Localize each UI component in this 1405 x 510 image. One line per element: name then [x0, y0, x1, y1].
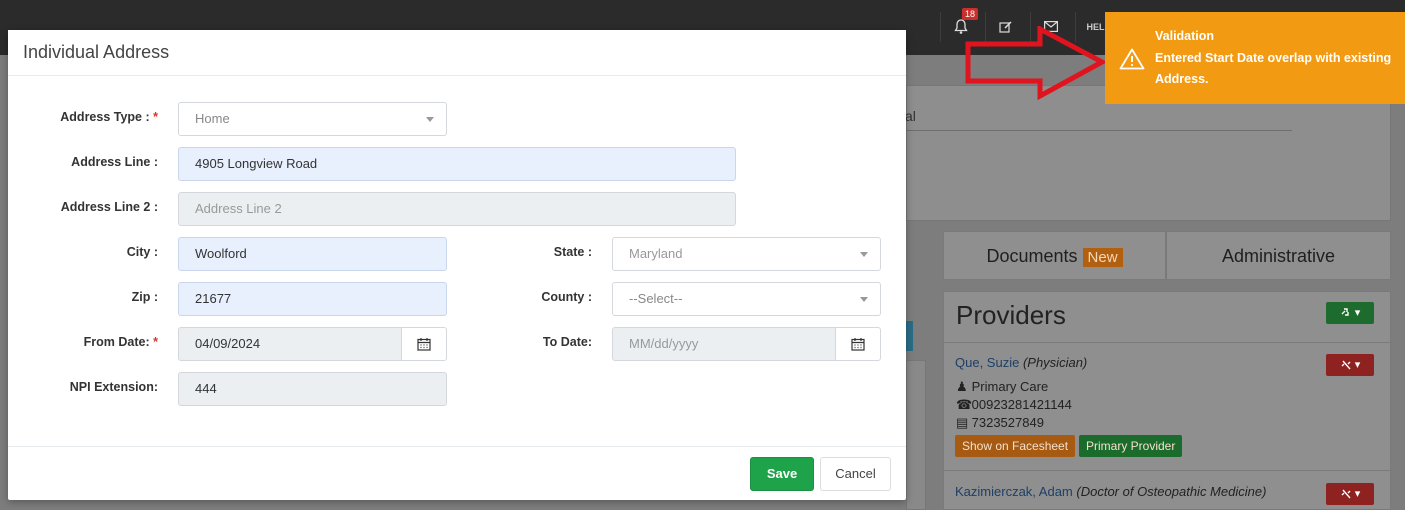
tab-documents[interactable]: Documents New — [943, 231, 1166, 280]
from-date-input[interactable]: 04/09/2024 — [178, 327, 402, 361]
individual-address-modal: Individual Address Address Type : * Home… — [8, 30, 906, 500]
fax-icon: ▤ — [956, 415, 969, 430]
to-date-calendar-button[interactable] — [835, 327, 881, 361]
red-arrow-annotation — [965, 26, 1108, 101]
notification-count-badge: 18 — [961, 8, 978, 20]
chevron-down-icon — [860, 252, 868, 257]
save-button[interactable]: Save — [750, 457, 814, 491]
modal-title: Individual Address — [23, 42, 170, 62]
divider — [943, 470, 1391, 471]
tab-documents-label: Documents — [986, 246, 1078, 266]
zip-input[interactable]: 21677 — [178, 282, 447, 316]
warning-icon — [1119, 48, 1145, 70]
city-input[interactable]: Woolford — [178, 237, 447, 271]
to-date-input[interactable]: MM/dd/yyyy — [612, 327, 836, 361]
background-card: al — [905, 85, 1391, 221]
background-card-text: al — [905, 108, 916, 124]
provider-specialty: ♟ Primary Care — [956, 379, 1049, 394]
background-panel-edge — [906, 360, 926, 510]
address-line-input[interactable]: 4905 Longview Road — [178, 147, 736, 181]
toast-title: Validation — [1155, 29, 1215, 43]
county-label: County : — [541, 290, 592, 304]
chevron-down-icon — [860, 297, 868, 302]
address-line2-input[interactable]: Address Line 2 — [178, 192, 736, 226]
link-icon — [1341, 308, 1349, 316]
provider-fax: ▤ 7323527849 — [956, 415, 1044, 430]
state-select[interactable]: Maryland — [612, 237, 881, 271]
provider-name-link-2[interactable]: Kazimierczak, Adam (Doctor of Osteopathi… — [955, 484, 1266, 499]
zip-label: Zip : — [131, 290, 158, 304]
background-button-edge — [906, 321, 913, 351]
provider-phone: ☎ 00923281421144 — [956, 397, 1072, 412]
providers-title: Providers — [956, 300, 1066, 330]
new-badge: New — [1082, 248, 1123, 267]
phone-icon: ☎ — [956, 397, 973, 412]
unlink-provider-button-2[interactable]: ▾ — [1326, 483, 1374, 505]
unlink-icon — [1341, 360, 1351, 370]
city-label: City : — [126, 245, 158, 259]
toast-message: Entered Start Date overlap with existing… — [1155, 51, 1392, 86]
unlink-icon — [1341, 489, 1351, 499]
modal-footer-divider — [8, 446, 906, 447]
state-label: State : — [553, 245, 592, 259]
calendar-icon — [417, 338, 431, 351]
show-on-facesheet-tag[interactable]: Show on Facesheet — [955, 435, 1076, 457]
modal-header: Individual Address — [8, 30, 906, 76]
divider — [944, 342, 1392, 343]
calendar-icon — [851, 338, 865, 351]
from-date-calendar-button[interactable] — [401, 327, 447, 361]
address-type-select[interactable]: Home — [178, 102, 447, 136]
address-type-label: Address Type : * — [60, 110, 158, 124]
primary-provider-tag[interactable]: Primary Provider — [1079, 435, 1183, 457]
address-line2-label: Address Line 2 : — [60, 200, 158, 214]
provider-name-link[interactable]: Que, Suzie (Physician) — [955, 355, 1087, 370]
link-provider-button[interactable]: ▾ — [1326, 302, 1374, 324]
address-line-label: Address Line : — [71, 155, 158, 169]
county-select[interactable]: --Select-- — [612, 282, 881, 316]
chevron-down-icon — [426, 117, 434, 122]
from-date-label: From Date: * — [83, 335, 158, 349]
unlink-provider-button[interactable]: ▾ — [1326, 354, 1374, 376]
validation-toast[interactable]: Validation Entered Start Date overlap wi… — [1105, 12, 1405, 104]
divider — [907, 130, 1292, 131]
cancel-button[interactable]: Cancel — [820, 457, 891, 491]
tab-administrative[interactable]: Administrative — [1166, 231, 1391, 280]
npi-extension-input[interactable]: 444 — [178, 372, 447, 406]
npi-extension-label: NPI Extension: — [69, 380, 158, 394]
to-date-label: To Date: — [542, 335, 592, 349]
user-md-icon: ♟ — [956, 379, 968, 394]
